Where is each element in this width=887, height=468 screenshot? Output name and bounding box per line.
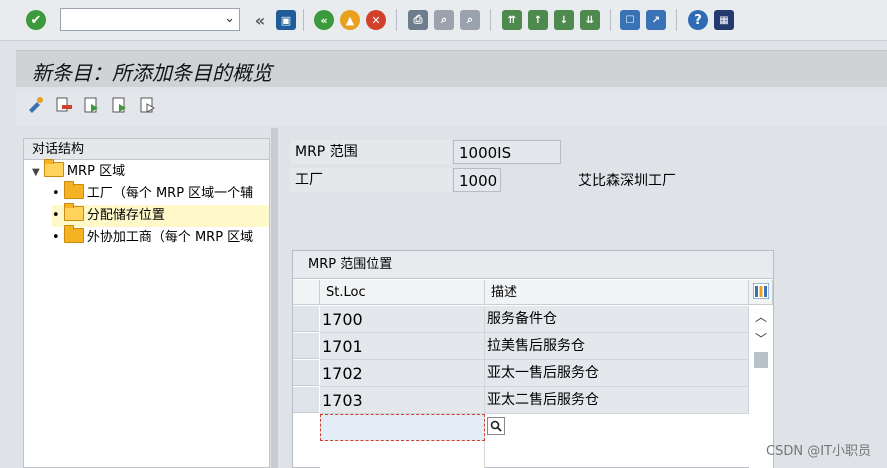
folder-icon [63, 181, 84, 199]
bullet-icon: • [52, 230, 60, 245]
bullet-icon: • [52, 208, 60, 223]
chevron-up-icon[interactable]: ︿ [755, 308, 767, 325]
column-header-stloc[interactable]: St.Loc [320, 280, 485, 305]
tree-node-storage-location[interactable]: • 分配储存位置 [52, 203, 269, 227]
plant-label: 工厂 [290, 168, 452, 192]
row-selector[interactable] [293, 360, 319, 386]
new-stloc-input[interactable] [320, 414, 485, 441]
plant-field[interactable]: 1000 [453, 168, 501, 192]
column-header-desc[interactable]: 描述 [485, 280, 749, 305]
separator [610, 9, 611, 31]
table-cell-desc: 亚太二售后服务仓 [485, 387, 749, 414]
last-page-icon[interactable]: ⇊ [580, 10, 600, 30]
scrollbar-thumb[interactable] [754, 352, 768, 368]
tree-header: 对话结构 [24, 139, 269, 160]
print-icon[interactable]: ⎙ [408, 10, 428, 30]
find-next-icon[interactable]: ⌕ [460, 10, 480, 30]
value-help-button[interactable] [487, 417, 505, 435]
pane-splitter[interactable] [271, 128, 278, 468]
application-toolbar [16, 92, 887, 126]
separator [396, 9, 397, 31]
column-settings-icon [752, 282, 770, 300]
table-cell-stloc[interactable]: 1703 [320, 387, 485, 414]
table-cell-desc: 拉美售后服务仓 [485, 333, 749, 360]
system-toolbar: ✔ ⌄ « ▣ « ▲ ✕ ⎙ ⌕ ⌕ ⇈ ↑ ↓ ⇊ ☐ ↗ ? ▦ [0, 0, 887, 41]
back-icon[interactable]: « [314, 10, 334, 30]
deselect-all-icon[interactable] [139, 96, 157, 114]
search-icon [490, 420, 502, 432]
folder-open-icon [43, 159, 64, 177]
row-selector[interactable] [293, 306, 319, 332]
cancel-icon[interactable]: ✕ [366, 10, 386, 30]
separator [303, 9, 304, 31]
bullet-icon: • [52, 186, 60, 201]
help-icon[interactable]: ? [688, 10, 708, 30]
row-selector[interactable] [293, 333, 319, 359]
mrp-area-label: MRP 范围 [290, 140, 452, 164]
row-selector[interactable] [293, 387, 319, 413]
shortcut-icon[interactable]: ↗ [646, 10, 666, 30]
folder-icon [63, 225, 84, 243]
customize-icon[interactable]: ▦ [714, 10, 734, 30]
table-cell-stloc[interactable]: 1700 [320, 306, 485, 333]
title-bar: 新条目：所添加条目的概览 [16, 50, 887, 87]
chevron-down-icon[interactable]: ⌄ [224, 11, 235, 26]
tree-node-subcontractor[interactable]: • 外协加工商（每个 MRP 区域 [52, 225, 254, 249]
next-page-icon[interactable]: ↓ [554, 10, 574, 30]
empty-row-cell[interactable] [320, 441, 485, 468]
table-cell-stloc[interactable]: 1701 [320, 333, 485, 360]
table-cell-desc: 服务备件仓 [485, 306, 749, 333]
row-selector[interactable] [293, 414, 319, 440]
row-selector-header[interactable] [293, 280, 320, 305]
page-title: 新条目：所添加条目的概览 [32, 61, 272, 85]
exit-icon[interactable]: ▲ [340, 10, 360, 30]
separator [490, 9, 491, 31]
prev-page-icon[interactable]: ↑ [528, 10, 548, 30]
tree-node-plant[interactable]: • 工厂（每个 MRP 区域一个辅 [52, 181, 254, 205]
select-block-icon[interactable] [111, 96, 129, 114]
dialog-structure-tree: 对话结构 ▼ MRP 区域 • 工厂（每个 MRP 区域一个辅 • 分配储存位置… [23, 138, 270, 468]
command-field[interactable]: ⌄ [60, 8, 240, 31]
save-icon[interactable]: ▣ [276, 10, 296, 30]
table-cell-stloc[interactable]: 1702 [320, 360, 485, 387]
plant-description: 艾比森深圳工厂 [578, 173, 676, 189]
storage-location-table: MRP 范围位置 St.Loc 描述 1700 服务备件仓 1701 拉美售后服… [292, 250, 774, 468]
tree-node-label: MRP 区域 [66, 164, 126, 179]
collapse-icon[interactable]: « [250, 10, 270, 30]
table-title: MRP 范围位置 [293, 251, 773, 279]
select-all-icon[interactable] [83, 96, 101, 114]
find-icon[interactable]: ⌕ [434, 10, 454, 30]
expand-arrow-icon[interactable]: ▼ [32, 167, 40, 178]
tree-node-mrp-area[interactable]: ▼ MRP 区域 [32, 159, 126, 183]
change-display-icon[interactable] [27, 96, 45, 114]
separator [676, 9, 677, 31]
mrp-area-field[interactable]: 1000IS [453, 140, 561, 164]
table-settings-button[interactable] [749, 280, 773, 305]
delete-entry-icon[interactable] [55, 96, 73, 114]
first-page-icon[interactable]: ⇈ [502, 10, 522, 30]
folder-open-icon [63, 203, 84, 221]
tree-node-label: 分配储存位置 [86, 208, 165, 223]
chevron-down-icon[interactable]: ﹀ [755, 330, 767, 347]
table-cell-desc: 亚太一售后服务仓 [485, 360, 749, 387]
tree-node-label: 外协加工商（每个 MRP 区域 [86, 230, 254, 245]
check-icon[interactable]: ✔ [26, 10, 46, 30]
new-session-icon[interactable]: ☐ [620, 10, 640, 30]
watermark-text: CSDN @IT小职员 [766, 444, 871, 459]
tree-node-label: 工厂（每个 MRP 区域一个辅 [86, 186, 254, 201]
